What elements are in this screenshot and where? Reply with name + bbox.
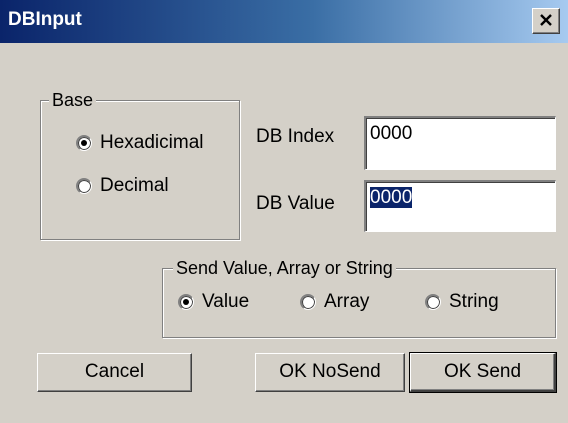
send-legend: Send Value, Array or String bbox=[173, 258, 396, 278]
radio-string-label: String bbox=[449, 291, 499, 312]
radio-hexadecimal-circle bbox=[76, 135, 92, 151]
base-legend: Base bbox=[49, 90, 97, 110]
cancel-button[interactable]: Cancel bbox=[37, 353, 192, 392]
radio-hexadecimal[interactable]: Hexadicimal bbox=[76, 132, 203, 154]
radio-value[interactable]: Value bbox=[178, 291, 249, 313]
radio-value-circle bbox=[178, 294, 194, 310]
radio-decimal-label: Decimal bbox=[100, 175, 169, 196]
db-value-field[interactable]: 0000 bbox=[364, 180, 556, 232]
radio-decimal[interactable]: Decimal bbox=[76, 175, 169, 197]
radio-value-label: Value bbox=[202, 291, 250, 312]
radio-array-circle bbox=[300, 294, 316, 310]
radio-string[interactable]: String bbox=[425, 291, 499, 313]
db-index-field[interactable]: 0000 bbox=[364, 116, 556, 170]
radio-selected-dot bbox=[183, 299, 189, 305]
ok-send-button[interactable]: OK Send bbox=[409, 352, 557, 393]
radio-array[interactable]: Array bbox=[300, 291, 369, 313]
close-button[interactable] bbox=[532, 8, 560, 34]
window-title: DBInput bbox=[8, 9, 82, 30]
radio-selected-dot bbox=[81, 140, 87, 146]
dbinput-dialog: DBInput Base Hexadicimal Decimal DB Inde… bbox=[0, 0, 568, 423]
db-index-label: DB Index bbox=[256, 126, 335, 147]
db-value-value: 0000 bbox=[370, 187, 413, 208]
base-groupbox bbox=[40, 100, 240, 240]
ok-nosend-button[interactable]: OK NoSend bbox=[255, 353, 405, 392]
db-value-label: DB Value bbox=[256, 193, 335, 214]
title-bar[interactable]: DBInput bbox=[0, 0, 568, 43]
radio-array-label: Array bbox=[324, 291, 370, 312]
db-index-value: 0000 bbox=[370, 123, 413, 144]
radio-decimal-circle bbox=[76, 178, 92, 194]
radio-string-circle bbox=[425, 294, 441, 310]
radio-hexadecimal-label: Hexadicimal bbox=[100, 132, 204, 153]
